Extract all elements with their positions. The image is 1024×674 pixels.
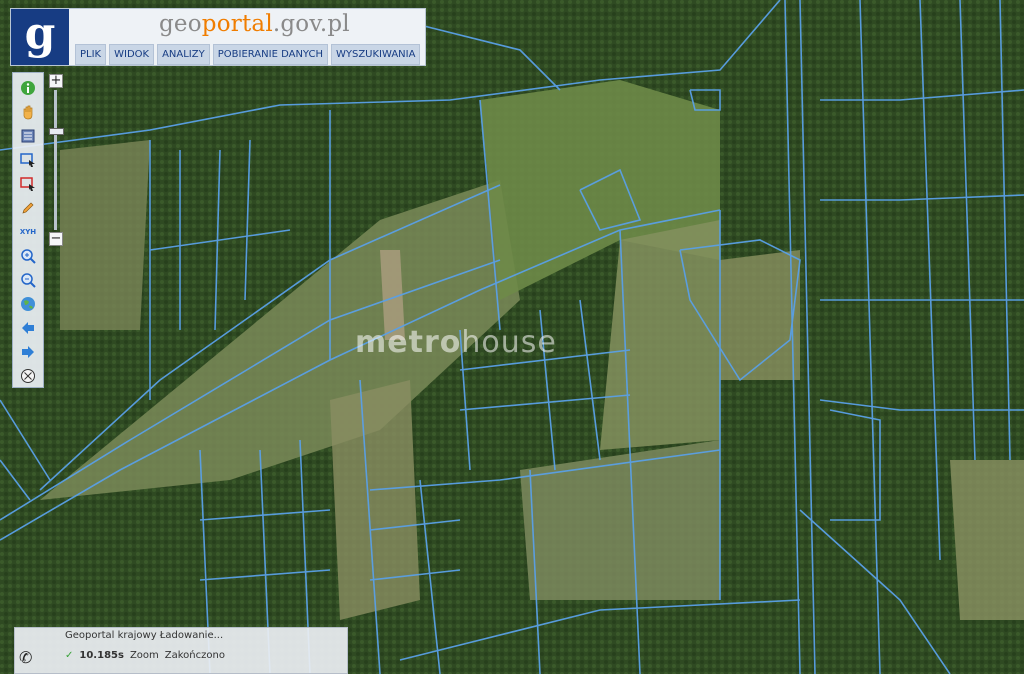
title-prefix: geo (159, 11, 202, 37)
zoom-slider[interactable]: + − (47, 72, 65, 250)
geoportal-logo[interactable]: g (11, 9, 69, 65)
phone-icon: ✆ (19, 648, 33, 667)
app-header: g geoportal.gov.pl PLIK WIDOK ANALIZY PO… (10, 8, 426, 66)
menu-wyszukiwania[interactable]: WYSZUKIWANIA (330, 44, 421, 65)
tool-palette: XYH (12, 72, 44, 388)
zoom-out-icon[interactable] (18, 270, 38, 290)
select-blue-icon[interactable] (18, 150, 38, 170)
pencil-icon[interactable] (18, 198, 38, 218)
info-icon[interactable] (18, 78, 38, 98)
legend-icon[interactable] (18, 126, 38, 146)
menu-pobieranie-danych[interactable]: POBIERANIE DANYCH (212, 44, 328, 65)
status-time: 10.185s (79, 650, 124, 661)
forward-arrow-icon[interactable] (18, 342, 38, 362)
zoom-plus-button[interactable]: + (49, 74, 63, 88)
globe-icon[interactable] (18, 294, 38, 314)
clear-icon[interactable] (18, 366, 38, 386)
zoom-in-icon[interactable] (18, 246, 38, 266)
menu-plik[interactable]: PLIK (75, 44, 107, 65)
main-menu: PLIK WIDOK ANALIZY POBIERANIE DANYCH WYS… (75, 44, 421, 65)
status-panel: ✆ Geoportal krajowy Ładowanie... ✓ 10.18… (14, 627, 348, 674)
status-result: Zakończono (164, 650, 225, 661)
site-title: geoportal.gov.pl (159, 11, 350, 37)
status-row-zoom: ✓ 10.185s Zoom Zakończono (65, 650, 225, 661)
watermark-light: house (461, 325, 557, 360)
metrohouse-watermark: metrohouse (355, 325, 557, 360)
pan-hand-icon[interactable] (18, 102, 38, 122)
zoom-minus-button[interactable]: − (49, 232, 63, 246)
logo-letter: g (24, 8, 56, 59)
zoom-track[interactable] (54, 90, 57, 230)
menu-widok[interactable]: WIDOK (109, 44, 155, 65)
xyh-icon[interactable]: XYH (18, 222, 38, 242)
zoom-thumb[interactable] (49, 128, 64, 135)
status-row-loading: Geoportal krajowy Ładowanie... (65, 630, 224, 641)
title-suffix: .gov.pl (272, 11, 350, 37)
title-brand: portal (201, 11, 273, 37)
back-arrow-icon[interactable] (18, 318, 38, 338)
watermark-bold: metro (355, 325, 462, 360)
status-action: Zoom (129, 650, 159, 661)
select-red-icon[interactable] (18, 174, 38, 194)
menu-analizy[interactable]: ANALIZY (157, 44, 210, 65)
check-icon: ✓ (65, 650, 74, 661)
